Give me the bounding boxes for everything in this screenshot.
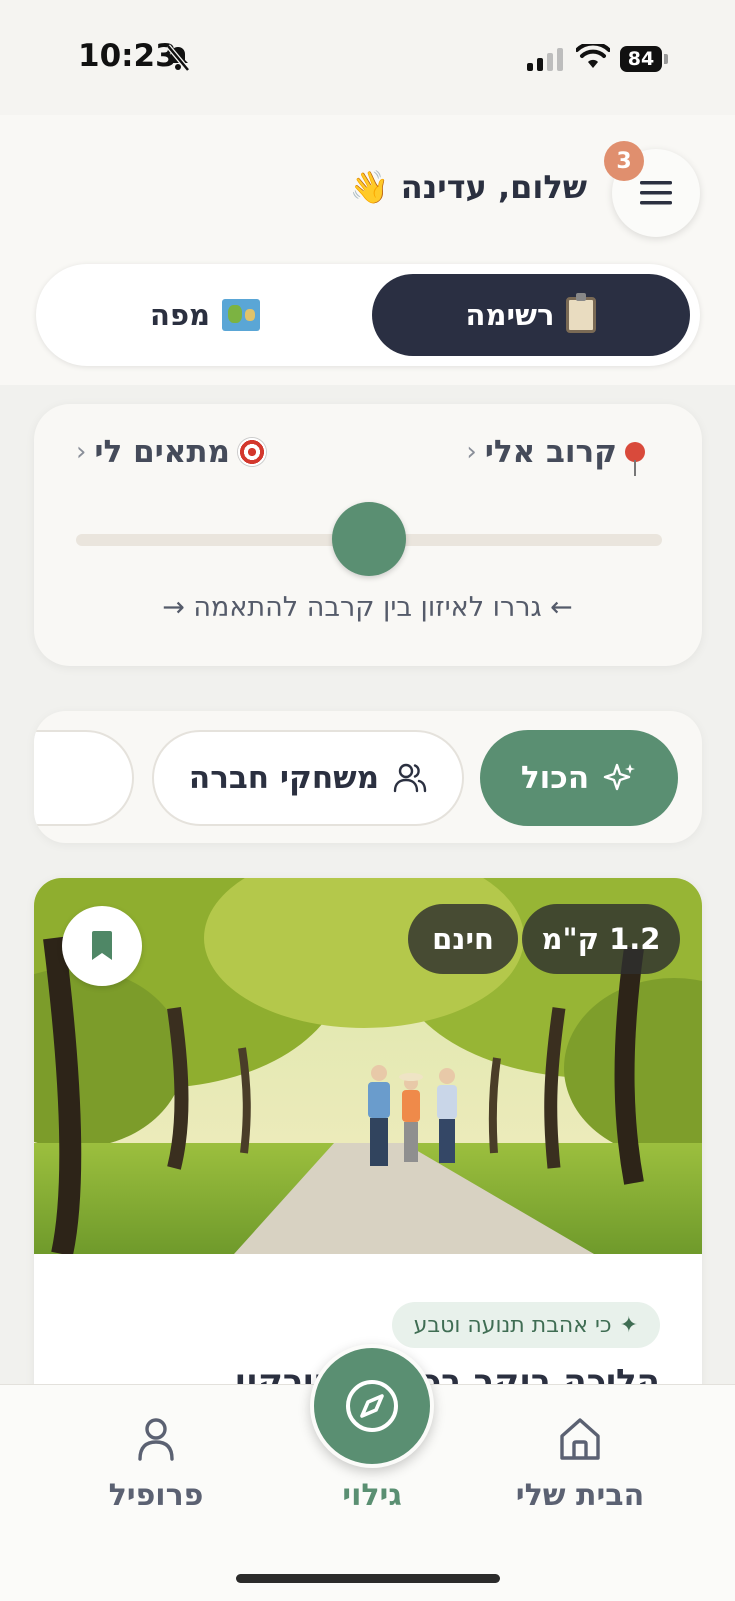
home-indicator [236,1574,500,1583]
map-icon [222,299,260,331]
interest-tag-label: כי אהבת תנועה וטבע [413,1312,612,1338]
compass-icon [346,1380,398,1432]
nav-item-profile[interactable]: פרופיל [66,1416,246,1513]
tab-list-label: רשימה [465,298,555,332]
nav-item-profile-label: פרופיל [108,1478,204,1513]
cell-signal-icon [527,48,563,71]
slider-label-near-me[interactable]: קרוב אלי ‹ [466,434,645,476]
user-icon [138,1418,174,1461]
greeting-title: שלום, עדינה 👋 [349,168,587,206]
slider-thumb[interactable] [332,502,406,576]
home-icon [560,1418,600,1460]
notification-badge: 3 [604,141,644,181]
pin-icon [625,442,645,476]
chevron-left-icon: ‹ [466,437,477,467]
category-chip-all-label: הכול [520,760,590,796]
slider-label-fits-me-text: מתאים לי [94,434,230,470]
users-icon [393,763,427,793]
bell-off-icon [166,44,190,72]
tab-list[interactable]: רשימה [372,274,690,356]
status-time: 10:23 [78,38,177,74]
nav-item-discover-label: גילוי [342,1478,402,1513]
clipboard-icon [566,293,597,333]
chevron-left-icon: ‹ [76,437,87,467]
nav-item-home-label: הבית שלי [515,1478,645,1513]
price-badge: חינם [408,904,518,974]
target-icon [237,438,266,466]
bookmark-icon [92,931,112,960]
nav-item-home[interactable]: הבית שלי [490,1416,670,1513]
slider-hint: ← גררו לאיזון בין קרבה להתאמה → [162,592,573,623]
wifi-icon [576,44,610,68]
sparkles-icon [603,763,636,791]
status-bar: 10:23 84 [0,0,735,115]
hamburger-icon [640,181,672,205]
interest-tag: ✦ כי אהבת תנועה וטבע [391,1302,660,1348]
category-chip-board-games-label: משחקי חברה [188,760,380,796]
category-chip-study[interactable]: ל [34,730,134,826]
category-chip-board-games[interactable]: משחקי חברה [152,730,464,826]
battery-tip [664,54,668,64]
tab-map[interactable]: מפה [46,274,364,356]
bookmark-button[interactable] [62,906,142,986]
slider-label-fits-me[interactable]: מתאים לי ‹ [76,434,266,470]
slider-label-near-me-text: קרוב אלי [484,434,617,470]
tab-map-label: מפה [150,298,210,332]
category-filter-strip: הכול משחקי חברה ל [34,711,702,843]
battery-indicator: 84 [620,46,662,72]
category-chip-all[interactable]: הכול [480,730,678,826]
sparkle-icon: ✦ [619,1312,638,1338]
distance-badge: 1.2 ק"מ [522,904,680,974]
nav-item-discover[interactable] [310,1344,434,1468]
view-toggle: רשימה מפה [36,264,700,366]
